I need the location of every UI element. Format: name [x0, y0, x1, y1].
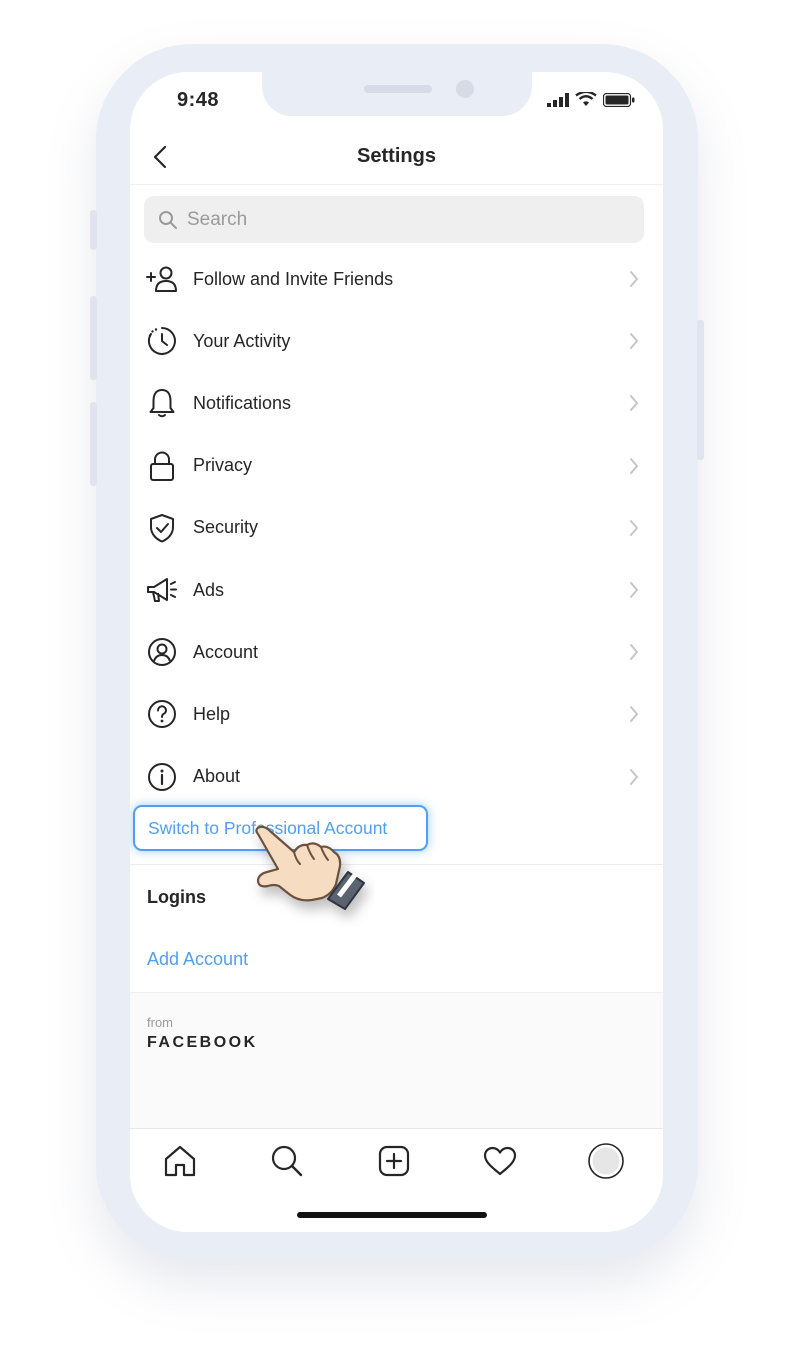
- search-icon: [271, 1145, 303, 1177]
- search-input[interactable]: Search: [144, 196, 644, 243]
- footer-from: from: [147, 1015, 173, 1030]
- menu-item-about[interactable]: About: [130, 746, 663, 808]
- home-indicator: [297, 1212, 487, 1218]
- chevron-right-icon: [629, 642, 641, 662]
- status-time: 9:48: [177, 89, 220, 111]
- divider: [130, 864, 663, 865]
- chevron-right-icon: [629, 518, 641, 538]
- menu-item-label: About: [193, 766, 241, 787]
- menu-item-label: Privacy: [193, 455, 253, 476]
- add-account-link[interactable]: Add Account: [147, 949, 248, 970]
- tab-home[interactable]: [160, 1141, 200, 1181]
- menu-item-your-activity[interactable]: Your Activity: [130, 310, 663, 372]
- status-icons: [547, 92, 635, 107]
- menu-item-ads[interactable]: Ads: [130, 559, 663, 621]
- menu-item-label: Notifications: [193, 392, 292, 413]
- tab-bar: [130, 1128, 663, 1192]
- menu-item-label: Ads: [193, 579, 225, 600]
- lock-icon: [146, 450, 178, 482]
- shield-icon: [146, 512, 178, 544]
- chevron-right-icon: [629, 331, 641, 351]
- side-button-left: [90, 210, 97, 250]
- search-placeholder: Search: [187, 208, 248, 230]
- chevron-right-icon: [629, 456, 641, 476]
- help-icon: [146, 698, 178, 730]
- facebook-wordmark: FACEBOOK: [147, 1034, 258, 1051]
- create-icon: [378, 1145, 410, 1177]
- tab-activity[interactable]: [480, 1141, 520, 1181]
- menu-item-label: Your Activity: [193, 330, 291, 351]
- tab-profile[interactable]: [586, 1141, 626, 1181]
- wifi-icon: [575, 92, 597, 106]
- home-icon: [164, 1145, 196, 1177]
- menu-item-account[interactable]: Account: [130, 621, 663, 683]
- switch-professional-button[interactable]: Switch to Professional Account: [133, 805, 428, 851]
- search-icon: [159, 210, 177, 229]
- menu-item-security[interactable]: Security: [130, 497, 663, 559]
- phone-screen: 9:48 Settings Search Follow and Invite F…: [130, 72, 663, 1232]
- battery-icon: [603, 92, 635, 107]
- footer: from FACEBOOK: [130, 992, 663, 1130]
- chevron-right-icon: [629, 269, 641, 289]
- menu-item-label: Security: [193, 517, 259, 538]
- account-icon: [146, 636, 178, 668]
- side-button-left: [90, 402, 97, 486]
- page-title: Settings: [357, 145, 436, 167]
- menu-item-notifications[interactable]: Notifications: [130, 372, 663, 434]
- menu-item-label: Account: [193, 641, 259, 662]
- settings-header: Settings: [130, 132, 663, 185]
- add-person-icon: [146, 263, 178, 295]
- megaphone-icon: [146, 574, 178, 606]
- tab-search[interactable]: [267, 1141, 307, 1181]
- heart-icon: [483, 1146, 517, 1176]
- tab-create[interactable]: [374, 1141, 414, 1181]
- activity-icon: [146, 325, 178, 357]
- info-icon: [146, 761, 178, 793]
- status-bar: 9:48: [130, 72, 663, 132]
- chevron-right-icon: [629, 580, 641, 600]
- side-button-right: [697, 320, 704, 460]
- signal-icon: [547, 92, 569, 107]
- side-button-left: [90, 296, 97, 380]
- logins-heading: Logins: [147, 887, 206, 907]
- menu-item-label: Follow and Invite Friends: [193, 268, 394, 289]
- chevron-right-icon: [629, 704, 641, 724]
- menu-item-help[interactable]: Help: [130, 683, 663, 745]
- chevron-right-icon: [629, 393, 641, 413]
- chevron-right-icon: [629, 767, 641, 787]
- menu-item-privacy[interactable]: Privacy: [130, 435, 663, 497]
- menu-item-follow-invite[interactable]: Follow and Invite Friends: [130, 248, 663, 310]
- menu-item-label: Help: [193, 703, 231, 724]
- bell-icon: [146, 387, 178, 419]
- settings-menu: Follow and Invite Friends Your Activity: [130, 248, 663, 808]
- profile-avatar: [588, 1143, 624, 1179]
